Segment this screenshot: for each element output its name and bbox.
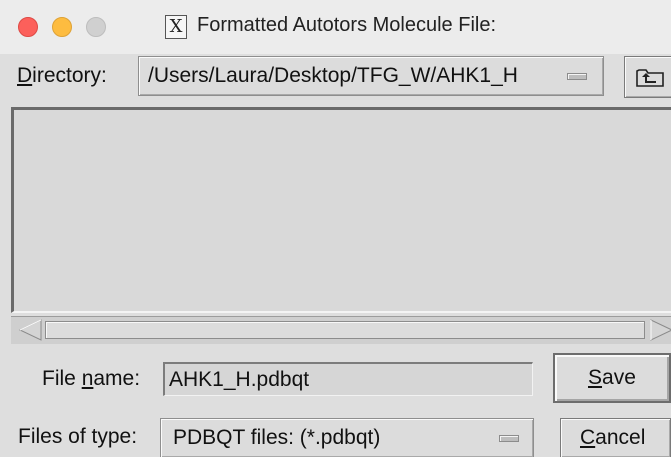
file-type-dropdown[interactable]: PDBQT files: (*.pdbqt) <box>160 418 534 457</box>
dropdown-indicator-icon <box>499 435 519 442</box>
file-name-label: File name: <box>42 367 140 391</box>
directory-value: /Users/Laura/Desktop/TFG_W/AHK1_H <box>148 64 518 87</box>
scroll-right-arrow-icon[interactable] <box>649 319 671 341</box>
close-window-button[interactable] <box>18 17 38 37</box>
file-list[interactable] <box>11 107 671 313</box>
window-title: Formatted Autotors Molecule File: <box>197 14 497 36</box>
file-name-label-pre: File <box>42 367 82 390</box>
directory-label: Directory: <box>17 64 107 88</box>
file-name-label-post: ame: <box>93 367 141 390</box>
directory-dropdown[interactable]: /Users/Laura/Desktop/TFG_W/AHK1_H <box>138 56 604 96</box>
x11-icon: X <box>165 15 187 39</box>
file-type-value: PDBQT files: (*.pdbqt) <box>173 426 381 449</box>
save-button[interactable]: Save <box>553 353 671 403</box>
cancel-button[interactable]: Cancel <box>560 418 671 457</box>
cancel-button-label: Cancel <box>580 426 645 450</box>
save-button-label: Save <box>588 366 636 390</box>
scroll-left-arrow-icon[interactable] <box>17 319 43 341</box>
file-name-input[interactable] <box>163 362 533 396</box>
directory-label-text: irectory: <box>32 64 107 87</box>
save-rest: ave <box>602 366 636 389</box>
cancel-rest: ancel <box>595 426 646 449</box>
parent-directory-button[interactable] <box>624 56 671 98</box>
cancel-mnemonic: C <box>580 426 596 449</box>
file-type-label: Files of type: <box>18 425 138 448</box>
scrollbar-thumb[interactable] <box>45 321 645 339</box>
directory-label-mnemonic: D <box>17 64 33 87</box>
folder-up-icon <box>636 69 664 87</box>
save-mnemonic: S <box>588 366 603 389</box>
file-dialog-window: X Formatted Autotors Molecule File: Dire… <box>0 0 671 457</box>
file-name-label-mnemonic: n <box>81 367 94 390</box>
horizontal-scrollbar[interactable] <box>11 316 671 344</box>
dropdown-indicator-icon <box>567 73 587 80</box>
minimize-window-button[interactable] <box>52 17 72 37</box>
zoom-window-button[interactable] <box>86 17 106 37</box>
title-bar: X Formatted Autotors Molecule File: <box>0 0 671 54</box>
